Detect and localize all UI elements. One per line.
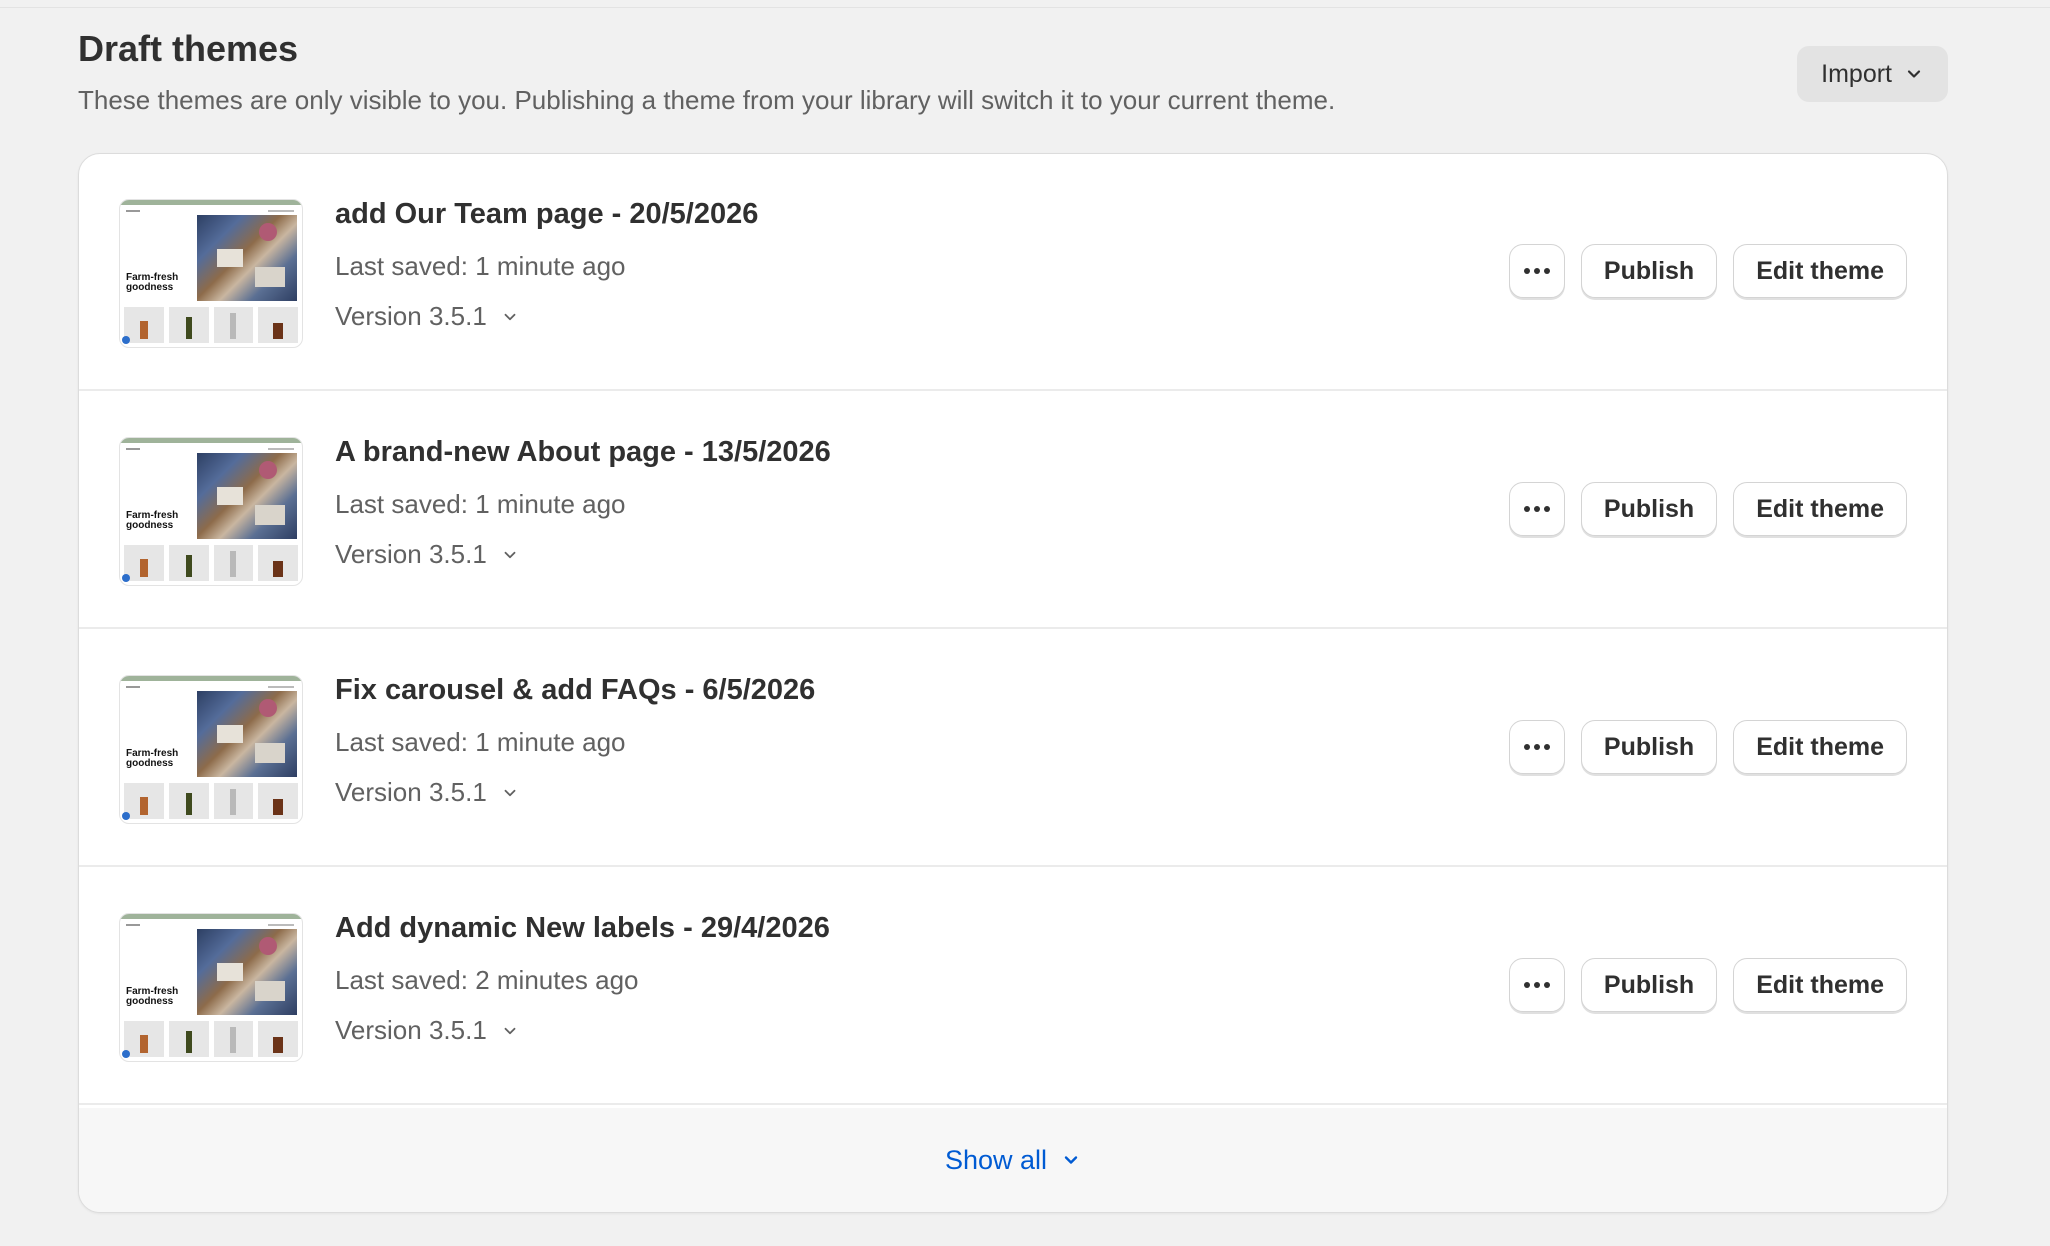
ellipsis-icon [1523, 744, 1550, 750]
thumbnail-header-bar [120, 676, 302, 681]
chevron-down-icon [504, 551, 516, 558]
thumbnail-nav [268, 448, 294, 450]
ellipsis-icon [1523, 982, 1550, 988]
theme-row: Farm-fresh goodness add Our Team page - … [79, 154, 1947, 391]
more-actions-button[interactable] [1508, 720, 1565, 774]
thumbnail-hero-image [197, 691, 297, 777]
thumbnail-hero-text: Farm-fresh goodness [126, 510, 179, 531]
thumbnail-badge [122, 1050, 130, 1058]
ellipsis-icon [1523, 506, 1550, 512]
theme-thumbnail[interactable]: Farm-fresh goodness [119, 675, 303, 824]
theme-actions: Publish Edit theme [1508, 958, 1907, 1012]
thumbnail-header-bar [120, 438, 302, 443]
theme-version: Version 3.5.1 [335, 777, 487, 807]
publish-button[interactable]: Publish [1580, 958, 1718, 1012]
thumbnail-hero-image [197, 215, 297, 301]
thumbnail-badge [122, 812, 130, 820]
chevron-down-icon [504, 789, 516, 796]
more-actions-button[interactable] [1508, 244, 1565, 298]
theme-version-toggle[interactable]: Version 3.5.1 [335, 1015, 519, 1046]
theme-row: Farm-fresh goodness Fix carousel & add F… [79, 630, 1947, 867]
chevron-down-icon [1064, 1156, 1078, 1164]
thumbnail-products [124, 545, 298, 581]
theme-thumbnail[interactable]: Farm-fresh goodness [119, 913, 303, 1062]
show-all-footer: Show all [79, 1108, 1947, 1212]
thumbnail-logo [126, 210, 140, 212]
thumbnail-badge [122, 574, 130, 582]
section-title: Draft themes [78, 28, 299, 69]
thumbnail-logo [126, 686, 140, 688]
thumbnail-nav [268, 686, 294, 688]
theme-row: Farm-fresh goodness A brand-new About pa… [79, 392, 1947, 629]
theme-version-toggle[interactable]: Version 3.5.1 [335, 539, 519, 570]
thumbnail-products [124, 783, 298, 819]
thumbnail-nav [268, 924, 294, 926]
top-divider [0, 7, 2050, 8]
theme-last-saved: Last saved: 1 minute ago [335, 489, 626, 519]
thumbnail-badge [122, 336, 130, 344]
theme-actions: Publish Edit theme [1508, 482, 1907, 536]
chevron-down-icon [504, 313, 516, 320]
import-label: Import [1821, 59, 1892, 88]
publish-button[interactable]: Publish [1580, 720, 1718, 774]
theme-version: Version 3.5.1 [335, 1015, 487, 1045]
import-button[interactable]: Import [1797, 46, 1948, 102]
thumbnail-logo [126, 448, 140, 450]
show-all-label: Show all [944, 1144, 1048, 1175]
more-actions-button[interactable] [1508, 958, 1565, 1012]
thumbnail-nav [268, 210, 294, 212]
theme-version-toggle[interactable]: Version 3.5.1 [335, 777, 519, 808]
theme-version-toggle[interactable]: Version 3.5.1 [335, 301, 519, 332]
theme-actions: Publish Edit theme [1508, 244, 1907, 298]
theme-thumbnail[interactable]: Farm-fresh goodness [119, 437, 303, 586]
theme-thumbnail[interactable]: Farm-fresh goodness [119, 199, 303, 348]
draft-themes-header: Draft themes These themes are only visib… [78, 22, 1948, 122]
chevron-down-icon [1907, 70, 1921, 78]
edit-theme-button[interactable]: Edit theme [1733, 482, 1907, 536]
theme-title: A brand-new About page - 13/5/2026 [335, 436, 831, 468]
theme-version: Version 3.5.1 [335, 301, 487, 331]
publish-button[interactable]: Publish [1580, 244, 1718, 298]
thumbnail-products [124, 1021, 298, 1057]
thumbnail-hero-text: Farm-fresh goodness [126, 748, 179, 769]
theme-last-saved: Last saved: 1 minute ago [335, 727, 626, 757]
theme-last-saved: Last saved: 2 minutes ago [335, 965, 639, 995]
thumbnail-hero-text: Farm-fresh goodness [126, 272, 179, 293]
ellipsis-icon [1523, 268, 1550, 274]
edit-theme-button[interactable]: Edit theme [1733, 958, 1907, 1012]
thumbnail-header-bar [120, 914, 302, 919]
theme-title: Fix carousel & add FAQs - 6/5/2026 [335, 674, 816, 706]
publish-button[interactable]: Publish [1580, 482, 1718, 536]
thumbnail-header-bar [120, 200, 302, 205]
theme-title: add Our Team page - 20/5/2026 [335, 198, 759, 230]
theme-actions: Publish Edit theme [1508, 720, 1907, 774]
section-description: These themes are only visible to you. Pu… [78, 85, 1336, 115]
thumbnail-hero-text: Farm-fresh goodness [126, 986, 179, 1007]
thumbnail-hero-image [197, 929, 297, 1015]
thumbnail-hero-image [197, 453, 297, 539]
more-actions-button[interactable] [1508, 482, 1565, 536]
theme-row: Farm-fresh goodness Add dynamic New labe… [79, 868, 1947, 1105]
thumbnail-products [124, 307, 298, 343]
theme-title: Add dynamic New labels - 29/4/2026 [335, 912, 830, 944]
chevron-down-icon [504, 1027, 516, 1034]
thumbnail-logo [126, 924, 140, 926]
theme-version: Version 3.5.1 [335, 539, 487, 569]
edit-theme-button[interactable]: Edit theme [1733, 244, 1907, 298]
theme-last-saved: Last saved: 1 minute ago [335, 251, 626, 281]
edit-theme-button[interactable]: Edit theme [1733, 720, 1907, 774]
show-all-button[interactable]: Show all [939, 1144, 1087, 1177]
draft-themes-card: Farm-fresh goodness add Our Team page - … [78, 153, 1948, 1213]
